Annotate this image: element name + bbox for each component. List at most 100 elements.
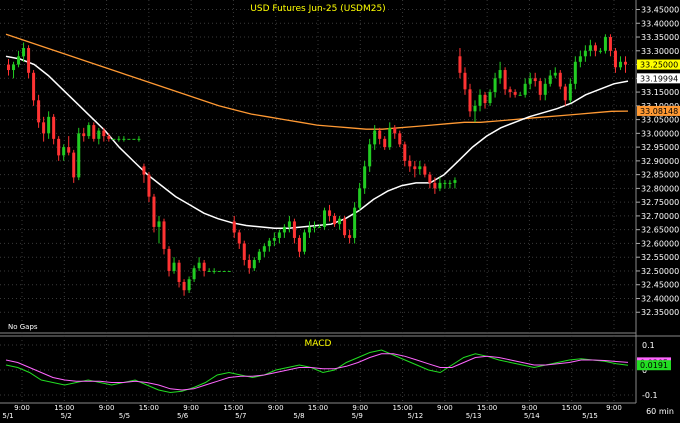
candle-body[interactable] [72, 152, 76, 178]
candle-body[interactable] [132, 138, 136, 140]
candle-body[interactable] [272, 237, 276, 241]
candle-body[interactable] [92, 125, 96, 139]
candle-body[interactable] [97, 130, 101, 139]
candle-body[interactable] [197, 262, 201, 269]
candle-body[interactable] [438, 182, 442, 189]
candle-body[interactable] [67, 147, 71, 153]
candle-body[interactable] [548, 75, 552, 84]
candle-body[interactable] [583, 50, 587, 57]
chart-canvas[interactable]: 33.45000 33.40000 33.35000 33.30000 33.25000… [0, 0, 680, 420]
candle-body[interactable] [302, 232, 306, 252]
candle-body[interactable] [458, 56, 462, 73]
candle-body[interactable] [127, 138, 131, 140]
candle-body[interactable] [297, 237, 301, 252]
candle-body[interactable] [368, 144, 372, 167]
candle-body[interactable] [568, 83, 572, 101]
candle-body[interactable] [42, 122, 46, 134]
candle-body[interactable] [247, 259, 251, 269]
candle-body[interactable] [87, 125, 91, 137]
candle-body[interactable] [603, 37, 607, 51]
candle-body[interactable] [538, 81, 542, 95]
candle-body[interactable] [212, 270, 216, 272]
candle-body[interactable] [222, 270, 226, 272]
candle-body[interactable] [207, 270, 211, 272]
candle-body[interactable] [553, 72, 557, 76]
candle-body[interactable] [112, 138, 116, 140]
candle-body[interactable] [413, 166, 417, 170]
candle-body[interactable] [503, 70, 507, 90]
candle-body[interactable] [428, 174, 432, 183]
candle-body[interactable] [508, 89, 512, 93]
candle-body[interactable] [613, 50, 617, 68]
candle-body[interactable] [353, 207, 357, 238]
candle-body[interactable] [318, 226, 322, 228]
candle-body[interactable] [7, 64, 11, 71]
candle-body[interactable] [623, 61, 627, 65]
candle-body[interactable] [418, 166, 422, 170]
candle-body[interactable] [533, 78, 537, 82]
candle-body[interactable] [518, 94, 522, 96]
candle-body[interactable] [227, 270, 231, 272]
candle-body[interactable] [157, 221, 161, 227]
candle-body[interactable] [523, 83, 527, 95]
candle-body[interactable] [152, 196, 156, 227]
candle-body[interactable] [573, 61, 577, 84]
candle-body[interactable] [323, 210, 327, 227]
candle-body[interactable] [513, 92, 517, 95]
candle-body[interactable] [277, 232, 281, 238]
candle-body[interactable] [543, 83, 547, 95]
candle-body[interactable] [478, 94, 482, 106]
candle-body[interactable] [32, 72, 36, 101]
candle-body[interactable] [608, 37, 612, 51]
candle-body[interactable] [483, 94, 487, 104]
candle-body[interactable] [333, 215, 337, 225]
candle-body[interactable] [282, 226, 286, 233]
candle-body[interactable] [187, 279, 191, 291]
candle-body[interactable] [52, 116, 56, 139]
candle-body[interactable] [563, 86, 567, 101]
candle-body[interactable] [488, 92, 492, 104]
candle-body[interactable] [463, 72, 467, 90]
candle-body[interactable] [383, 138, 387, 148]
candle-body[interactable] [358, 188, 362, 208]
candle-body[interactable] [237, 232, 241, 244]
candle-body[interactable] [47, 116, 51, 134]
candle-body[interactable] [388, 127, 392, 148]
candle-body[interactable] [22, 48, 26, 57]
candle-body[interactable] [287, 221, 291, 227]
candle-body[interactable] [117, 138, 121, 140]
candle-body[interactable] [363, 166, 367, 189]
candle-body[interactable] [443, 182, 447, 184]
candle-body[interactable] [12, 64, 16, 71]
candle-body[interactable] [393, 127, 397, 134]
candle-body[interactable] [202, 262, 206, 271]
candle-body[interactable] [348, 235, 352, 238]
candle-body[interactable] [578, 56, 582, 62]
candle-body[interactable] [312, 226, 316, 228]
candle-body[interactable] [267, 240, 271, 247]
candle-body[interactable] [343, 218, 347, 236]
candle-body[interactable] [433, 182, 437, 189]
candle-body[interactable] [37, 100, 41, 123]
candle-body[interactable] [528, 78, 532, 84]
candle-body[interactable] [57, 138, 61, 156]
candle-body[interactable] [232, 221, 236, 233]
candle-body[interactable] [182, 281, 186, 291]
candle-body[interactable] [307, 226, 311, 233]
candle-body[interactable] [17, 56, 21, 65]
candle-body[interactable] [142, 166, 146, 175]
candle-body[interactable] [262, 246, 266, 252]
candle-body[interactable] [423, 166, 427, 175]
candle-body[interactable] [217, 270, 221, 272]
candle-body[interactable] [62, 147, 66, 156]
candle-body[interactable] [493, 78, 497, 93]
candle-body[interactable] [408, 160, 412, 167]
candle-body[interactable] [338, 218, 342, 225]
candle-body[interactable] [378, 130, 382, 139]
candle-body[interactable] [453, 180, 457, 183]
candle-body[interactable] [242, 243, 246, 260]
candle-body[interactable] [558, 72, 562, 87]
candle-body[interactable] [27, 48, 31, 73]
candle-body[interactable] [398, 133, 402, 145]
candle-body[interactable] [102, 130, 106, 137]
